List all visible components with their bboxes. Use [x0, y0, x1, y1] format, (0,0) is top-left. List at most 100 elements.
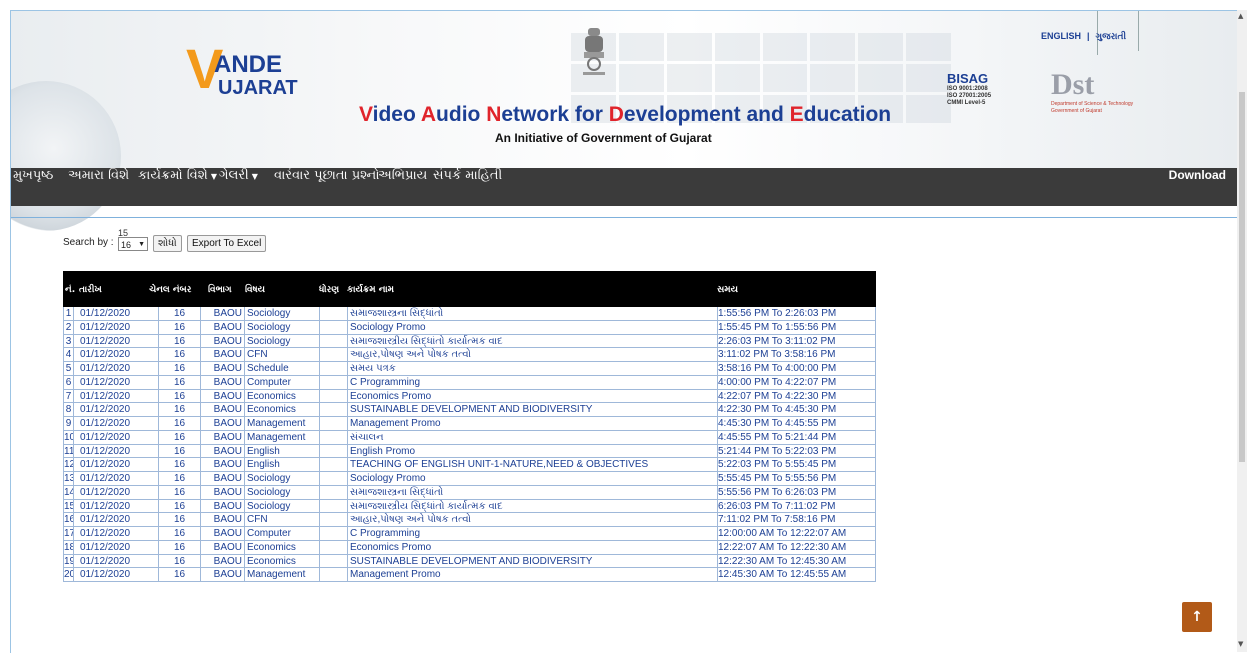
nav-home[interactable]: મુખપૃષ્ઠ	[13, 168, 53, 206]
cell-program[interactable]: Economics Promo	[347, 540, 717, 555]
cell-department: BAOU	[200, 375, 244, 390]
cell-no: 6	[63, 375, 73, 390]
cell-subject: Economics	[244, 389, 319, 404]
scrollbar-thumb[interactable]	[1239, 92, 1245, 462]
lang-english-link[interactable]: ENGLISH	[1041, 31, 1081, 41]
table-row[interactable]: 2001/12/202016BAOUManagement Management P…	[63, 568, 876, 582]
table-row[interactable]: 1201/12/202016BAOUEnglish TEACHING OF ENG…	[63, 458, 876, 472]
cell-program[interactable]: Management Promo	[347, 568, 717, 582]
table-row[interactable]: 3 01/12/2020 16 BAOU Sociology સમાજશાસ્ત્રીય …	[63, 334, 876, 349]
cell-subject: Sociology	[244, 307, 319, 321]
cell-date: 01/12/2020	[73, 417, 158, 431]
channel-select[interactable]: 15 16 ▼	[118, 228, 150, 258]
cell-program[interactable]: English Promo	[347, 444, 717, 459]
cell-subject: Computer	[244, 527, 319, 541]
cell-time: 1:55:45 PM To 1:55:56 PM	[717, 320, 876, 335]
table-row[interactable]: 6 01/12/2020 16 BAOU Computer C Programming 4:…	[63, 375, 876, 390]
cell-channel: 16	[158, 430, 200, 445]
cell-time: 6:26:03 PM To 7:11:02 PM	[717, 499, 876, 514]
cell-program[interactable]: સમાજશાસ્ત્રના સિદ્ધાંતો	[347, 307, 717, 321]
col-header-date: તારીખ	[79, 285, 102, 295]
nav-about[interactable]: અમારા વિશે	[68, 168, 129, 206]
scroll-down-icon[interactable]: ▼	[1238, 640, 1243, 648]
cell-subject: Management	[244, 430, 319, 445]
table-row[interactable]: 1501/12/202016BAOUSociology સમાજશાસ્ત્રીય…	[63, 499, 876, 514]
search-button[interactable]: શોધો	[153, 235, 182, 252]
table-row[interactable]: 1001/12/202016BAOUManagement સંચાલન4:45:5…	[63, 430, 876, 445]
cell-program[interactable]: SUSTAINABLE DEVELOPMENT AND BIODIVERSITY	[347, 554, 717, 569]
table-row[interactable]: 7 01/12/2020 16 BAOU Economics Economics Prom…	[63, 389, 876, 404]
cell-time: 12:00:00 AM To 12:22:07 AM	[717, 527, 876, 541]
table-row[interactable]: 4 01/12/2020 16 BAOU CFN આહાર,પોષણ અને પોષક ત…	[63, 348, 876, 362]
table-row[interactable]: 1601/12/202016BAOUCFNઆહાર,પોષણ અને પોષક …	[63, 513, 876, 527]
cell-department: BAOU	[200, 458, 244, 472]
bisag-logo[interactable]: BISAG ISO 9001:2008 ISO 27001:2005 CMMI …	[947, 71, 1011, 131]
cell-time: 4:22:30 PM To 4:45:30 PM	[717, 403, 876, 417]
dst-logo[interactable]: Dst Department of Science & Technology G…	[1051, 69, 1147, 129]
cell-standard	[319, 362, 347, 376]
cell-subject: Sociology	[244, 485, 319, 500]
table-row[interactable]: 9 01/12/2020 16 BAOU Management Management Pr…	[63, 417, 876, 431]
cell-program[interactable]: સમાજશાસ્ત્રીય સિદ્ધાંતો કાર્યાત્મક વાદ	[347, 334, 717, 349]
nav-feedback[interactable]: અભિપ્રાય	[378, 168, 427, 206]
vande-gujarat-logo[interactable]: V ANDE UJARAT	[186, 39, 306, 111]
table-row[interactable]: 1301/12/202016BAOUSociology Sociology Pro…	[63, 472, 876, 486]
cell-time: 7:11:02 PM To 7:58:16 PM	[717, 513, 876, 527]
cell-no: 15	[63, 499, 73, 514]
bisag-certification: ISO 9001:2008	[947, 86, 988, 92]
cell-time: 12:45:30 AM To 12:45:55 AM	[717, 568, 876, 582]
table-row[interactable]: 5 01/12/2020 16 BAOU Schedule સમય પત્રક 3:58:1…	[63, 362, 876, 376]
cell-program[interactable]: આહાર,પોષણ અને પોષક તત્વો	[347, 513, 717, 527]
cell-date: 01/12/2020	[73, 485, 158, 500]
cell-program[interactable]: TEACHING OF ENGLISH UNIT-1-NATURE,NEED &…	[347, 458, 717, 472]
cell-program[interactable]: C Programming	[347, 375, 717, 390]
cell-channel: 16	[158, 417, 200, 431]
nav-faq[interactable]: વારંવાર પૂછાતા પ્રશ્નો	[274, 168, 379, 206]
lang-gujarati-link[interactable]: ગુજરાતી	[1096, 31, 1126, 41]
cell-program[interactable]: SUSTAINABLE DEVELOPMENT AND BIODIVERSITY	[347, 403, 717, 417]
table-row[interactable]: 1701/12/202016BAOUComputer C Programming1…	[63, 527, 876, 541]
cell-channel: 16	[158, 499, 200, 514]
cell-program[interactable]: સમાજશાસ્ત્રીય સિદ્ધાંતો કાર્યાત્મક વાદ	[347, 499, 717, 514]
cell-no: 11	[63, 444, 73, 459]
cell-department: BAOU	[200, 444, 244, 459]
cell-no: 3	[63, 334, 73, 349]
cell-department: BAOU	[200, 320, 244, 335]
cell-program[interactable]: સંચાલન	[347, 430, 717, 445]
cell-date: 01/12/2020	[73, 389, 158, 404]
cell-subject: Sociology	[244, 499, 319, 514]
cell-program[interactable]: Management Promo	[347, 417, 717, 431]
cell-department: BAOU	[200, 389, 244, 404]
col-header-standard: ધોરણ	[319, 285, 340, 295]
table-row[interactable]: 1 01/12/2020 16 BAOU Sociology સમાજશાસ્ત્રના …	[63, 307, 876, 321]
cell-standard	[319, 307, 347, 321]
cell-program[interactable]: સમય પત્રક	[347, 362, 717, 376]
download-link[interactable]: Download	[1169, 168, 1226, 206]
export-excel-button[interactable]: Export To Excel	[187, 235, 267, 252]
cell-program[interactable]: આહાર,પોષણ અને પોષક તત્વો	[347, 348, 717, 362]
nav-gallery[interactable]: ગેલરી ▼	[219, 168, 258, 206]
table-row[interactable]: 1801/12/202016BAOUEconomics Economics Pro…	[63, 540, 876, 555]
cell-no: 12	[63, 458, 73, 472]
cell-department: BAOU	[200, 417, 244, 431]
cell-program[interactable]: Sociology Promo	[347, 320, 717, 335]
cell-program[interactable]: Economics Promo	[347, 389, 717, 404]
table-row[interactable]: 2 01/12/2020 16 BAOU Sociology Sociology Prom…	[63, 320, 876, 335]
scroll-up-icon[interactable]: ▲	[1238, 12, 1243, 20]
nav-programs[interactable]: કાર્યક્રમો વિશે ▼	[138, 168, 217, 206]
cell-no: 14	[63, 485, 73, 500]
col-header-program: કાર્યક્રમ નામ	[347, 285, 395, 295]
table-row[interactable]: 1401/12/202016BAOUSociology સમાજશાસ્ત્રના…	[63, 485, 876, 500]
cell-program[interactable]: Sociology Promo	[347, 472, 717, 486]
chevron-down-icon: ▼	[138, 241, 145, 248]
nav-contact[interactable]: સંપર્ક માહિતી	[433, 168, 502, 206]
select-box[interactable]: 16 ▼	[118, 237, 148, 251]
back-to-top-button[interactable]: ↑	[1182, 602, 1212, 632]
table-row[interactable]: 1901/12/202016BAOUEconomics SUSTAINABLE D…	[63, 554, 876, 569]
site-subtitle: An Initiative of Government of Gujarat	[495, 131, 712, 145]
table-row[interactable]: 8 01/12/2020 16 BAOU Economics SUSTAINABLE DE…	[63, 403, 876, 417]
cell-program[interactable]: C Programming	[347, 527, 717, 541]
cell-department: BAOU	[200, 362, 244, 376]
cell-program[interactable]: સમાજશાસ્ત્રના સિદ્ધાંતો	[347, 485, 717, 500]
table-row[interactable]: 1101/12/202016BAOUEnglish English Promo5:…	[63, 444, 876, 459]
